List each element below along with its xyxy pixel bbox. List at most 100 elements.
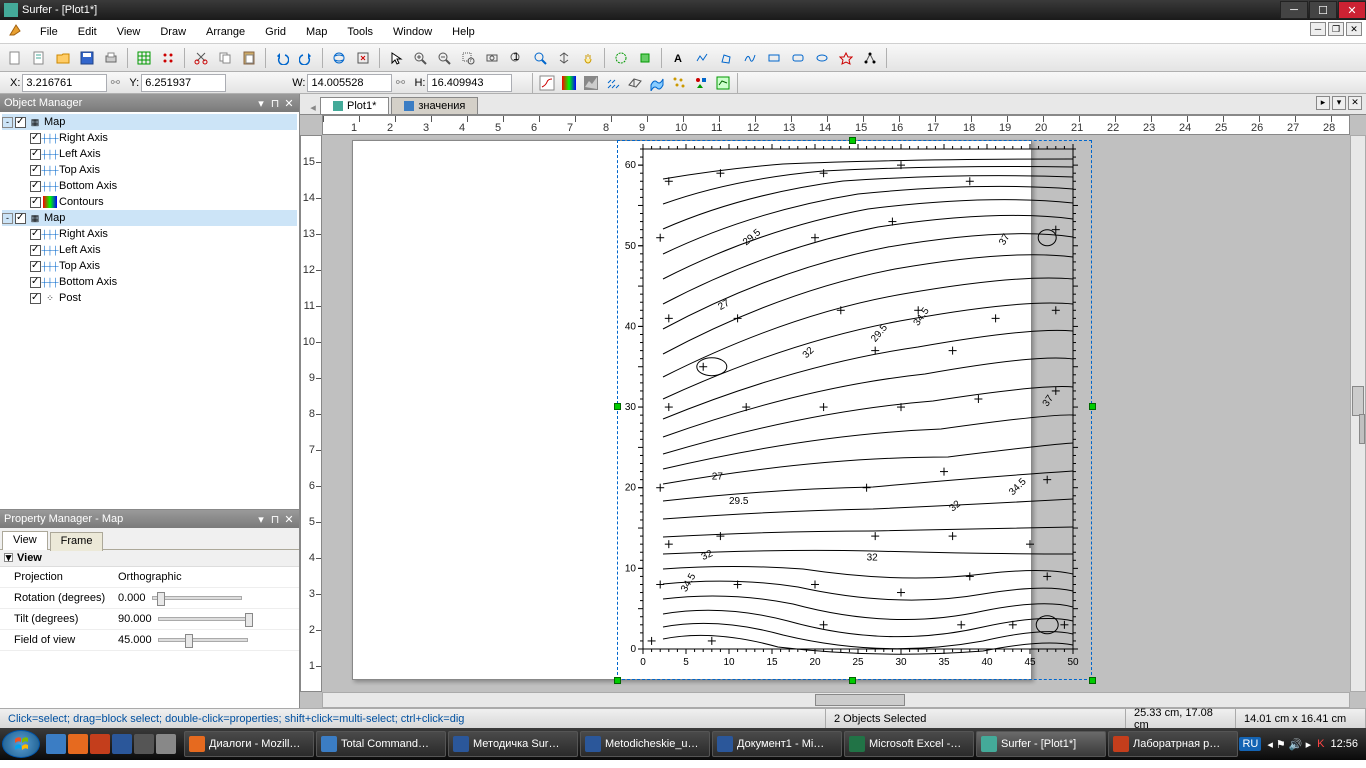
- mdi-restore[interactable]: ❐: [1328, 22, 1344, 36]
- menu-file[interactable]: File: [30, 23, 68, 41]
- slider[interactable]: [158, 638, 248, 642]
- vertical-scrollbar[interactable]: [1350, 135, 1366, 692]
- slider[interactable]: [152, 596, 242, 600]
- start-button[interactable]: [2, 730, 40, 758]
- new-vector-map[interactable]: [602, 72, 624, 94]
- tree-item[interactable]: ┼┼┼Left Axis: [2, 146, 297, 162]
- tab-close[interactable]: ✕: [1348, 96, 1362, 110]
- resize-handle[interactable]: [1089, 677, 1096, 684]
- zoom-realtime-tool[interactable]: [553, 47, 575, 69]
- taskbar-button[interactable]: Surfer - [Plot1*]: [976, 731, 1106, 757]
- ellipse-tool[interactable]: [811, 47, 833, 69]
- tree-item[interactable]: ┼┼┼Right Axis: [2, 130, 297, 146]
- cut-button[interactable]: [190, 47, 212, 69]
- new-shaded-map[interactable]: [580, 72, 602, 94]
- tree-item[interactable]: ┼┼┼Top Axis: [2, 258, 297, 274]
- taskbar-button[interactable]: Metodicheskie_u…: [580, 731, 710, 757]
- trackball-button[interactable]: [328, 47, 350, 69]
- new-image-map[interactable]: [558, 72, 580, 94]
- ql-app5[interactable]: [134, 734, 154, 754]
- expander-icon[interactable]: -: [2, 117, 13, 128]
- property-row[interactable]: ProjectionOrthographic: [0, 567, 299, 588]
- tree-map-1[interactable]: - ▦ Map: [2, 114, 297, 130]
- tab-list[interactable]: ▾: [1332, 96, 1346, 110]
- tab-frame[interactable]: Frame: [50, 532, 104, 551]
- tree-item[interactable]: ┼┼┼Bottom Axis: [2, 178, 297, 194]
- ql-app4[interactable]: [112, 734, 132, 754]
- text-tool[interactable]: A: [667, 47, 689, 69]
- autoredraw-button[interactable]: [634, 47, 656, 69]
- copy-button[interactable]: [214, 47, 236, 69]
- checkbox[interactable]: [30, 229, 41, 240]
- tree-item[interactable]: ┼┼┼Bottom Axis: [2, 274, 297, 290]
- new-classed-post-map[interactable]: [690, 72, 712, 94]
- save-button[interactable]: [76, 47, 98, 69]
- plot-canvas[interactable]: 05101520253035404550010203040506029.5273…: [322, 135, 1350, 692]
- resize-handle[interactable]: [1089, 403, 1096, 410]
- tree-item[interactable]: ┼┼┼Top Axis: [2, 162, 297, 178]
- tree-item[interactable]: ┼┼┼Right Axis: [2, 226, 297, 242]
- grid-node-button[interactable]: [157, 47, 179, 69]
- propmgr-pin[interactable]: ⊓: [269, 513, 281, 526]
- menu-draw[interactable]: Draw: [150, 23, 196, 41]
- zoom-actual-tool[interactable]: 1: [505, 47, 527, 69]
- tab-view[interactable]: View: [2, 531, 48, 550]
- new-worksheet-button[interactable]: [28, 47, 50, 69]
- resize-handle[interactable]: [849, 677, 856, 684]
- checkbox[interactable]: [15, 117, 26, 128]
- objmgr-close[interactable]: ✕: [283, 97, 295, 110]
- spline-tool[interactable]: [739, 47, 761, 69]
- menu-view[interactable]: View: [107, 23, 151, 41]
- reshape-tool[interactable]: [859, 47, 881, 69]
- new-wireframe-map[interactable]: [624, 72, 646, 94]
- menu-help[interactable]: Help: [442, 23, 485, 41]
- open-button[interactable]: [52, 47, 74, 69]
- property-row[interactable]: Field of view45.000: [0, 630, 299, 651]
- roundrect-tool[interactable]: [787, 47, 809, 69]
- ql-app3[interactable]: [90, 734, 110, 754]
- link-xy-icon[interactable]: ⚯: [107, 76, 123, 89]
- property-grid[interactable]: ▾View ProjectionOrthographicRotation (de…: [0, 550, 299, 708]
- resize-handle[interactable]: [849, 137, 856, 144]
- zoom-rect-tool[interactable]: [457, 47, 479, 69]
- menu-window[interactable]: Window: [383, 23, 442, 41]
- taskbar-button[interactable]: Методичка Sur…: [448, 731, 578, 757]
- zoom-in-tool[interactable]: [409, 47, 431, 69]
- language-indicator[interactable]: RU: [1239, 737, 1261, 751]
- tab-scroll-left[interactable]: ◂: [306, 101, 320, 114]
- polyline-tool[interactable]: [691, 47, 713, 69]
- propmgr-close[interactable]: ✕: [283, 513, 295, 526]
- print-button[interactable]: [100, 47, 122, 69]
- objmgr-dropdown[interactable]: ▾: [255, 97, 267, 110]
- new-base-map[interactable]: [712, 72, 734, 94]
- checkbox[interactable]: [30, 181, 41, 192]
- maximize-button[interactable]: ☐: [1309, 1, 1337, 19]
- new-contour-map[interactable]: [536, 72, 558, 94]
- tree-item[interactable]: ⁘Post: [2, 290, 297, 306]
- new-surface-map[interactable]: [646, 72, 668, 94]
- new-post-map[interactable]: [668, 72, 690, 94]
- taskbar-button[interactable]: Лаборатрная р…: [1108, 731, 1238, 757]
- menu-arrange[interactable]: Arrange: [196, 23, 255, 41]
- scrollbar-thumb[interactable]: [815, 694, 905, 706]
- minimize-button[interactable]: ─: [1280, 1, 1308, 19]
- checkbox[interactable]: [30, 149, 41, 160]
- taskbar-button[interactable]: Total Command…: [316, 731, 446, 757]
- menu-map[interactable]: Map: [296, 23, 337, 41]
- view-fit-button[interactable]: [352, 47, 374, 69]
- horizontal-scrollbar[interactable]: [322, 692, 1350, 708]
- rectangle-tool[interactable]: [763, 47, 785, 69]
- paste-button[interactable]: [238, 47, 260, 69]
- tree-item[interactable]: Contours: [2, 194, 297, 210]
- object-manager-tree[interactable]: - ▦ Map ┼┼┼Right Axis┼┼┼Left Axis┼┼┼Top …: [0, 112, 299, 510]
- doc-tab-plot1[interactable]: Plot1*: [320, 97, 389, 114]
- symbol-tool[interactable]: [835, 47, 857, 69]
- scrollbar-thumb[interactable]: [1352, 386, 1364, 416]
- taskbar-button[interactable]: Документ1 - Mi…: [712, 731, 842, 757]
- checkbox[interactable]: [30, 293, 41, 304]
- resize-handle[interactable]: [614, 403, 621, 410]
- tab-scroll-right[interactable]: ▸: [1316, 96, 1330, 110]
- menu-edit[interactable]: Edit: [68, 23, 107, 41]
- pan-tool[interactable]: [577, 47, 599, 69]
- checkbox[interactable]: [30, 245, 41, 256]
